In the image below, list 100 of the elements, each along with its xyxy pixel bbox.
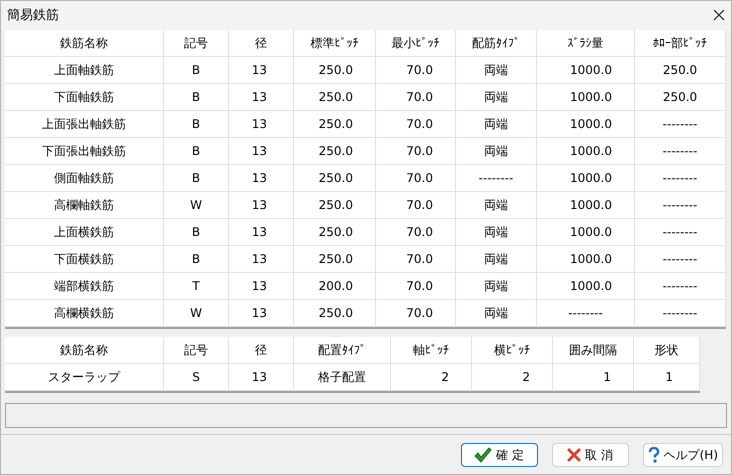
table-cell[interactable]: 端部横鉄筋 xyxy=(5,273,164,300)
table-cell[interactable]: 13 xyxy=(229,364,294,391)
table-cell[interactable]: 250.0 xyxy=(294,192,376,219)
table-cell[interactable]: 70.0 xyxy=(376,219,456,246)
table-cell[interactable]: 13 xyxy=(229,219,294,246)
table-cell[interactable]: 1 xyxy=(553,364,634,391)
column-header: 形状 xyxy=(634,337,700,364)
table-cell[interactable]: 1000.0 xyxy=(537,246,635,273)
table-cell[interactable]: 70.0 xyxy=(376,273,456,300)
table-cell[interactable]: 両端 xyxy=(456,300,537,327)
table-cell[interactable]: 両端 xyxy=(456,273,537,300)
table-cell[interactable]: 下面横鉄筋 xyxy=(5,246,164,273)
table-cell[interactable]: 13 xyxy=(229,165,294,192)
table-cell[interactable]: 70.0 xyxy=(376,84,456,111)
table-cell[interactable]: 250.0 xyxy=(294,165,376,192)
table-cell[interactable]: 13 xyxy=(229,246,294,273)
table-cell[interactable]: W xyxy=(164,192,229,219)
table-cell[interactable]: -------- xyxy=(635,273,726,300)
column-header: 鉄筋名称 xyxy=(5,337,164,364)
table-cell[interactable]: B xyxy=(164,246,229,273)
table-cell[interactable]: 上面張出軸鉄筋 xyxy=(5,111,164,138)
table-cell[interactable]: 両端 xyxy=(456,219,537,246)
table-cell[interactable]: 250.0 xyxy=(294,246,376,273)
table-cell[interactable]: 70.0 xyxy=(376,192,456,219)
table-cell[interactable]: 13 xyxy=(229,300,294,327)
table-cell[interactable]: 1000.0 xyxy=(537,111,635,138)
table-cell[interactable]: 70.0 xyxy=(376,165,456,192)
table-cell[interactable]: W xyxy=(164,300,229,327)
table-cell[interactable]: -------- xyxy=(635,111,726,138)
table-cell[interactable]: -------- xyxy=(456,165,537,192)
table-cell[interactable]: B xyxy=(164,57,229,84)
table-cell[interactable]: 70.0 xyxy=(376,300,456,327)
table-cell[interactable]: -------- xyxy=(537,300,635,327)
table-cell[interactable]: B xyxy=(164,84,229,111)
help-button[interactable]: ヘルプ(H) xyxy=(642,443,723,467)
table-cell[interactable]: 200.0 xyxy=(294,273,376,300)
table-cell[interactable]: 下面張出軸鉄筋 xyxy=(5,138,164,165)
table-cell[interactable]: 13 xyxy=(229,192,294,219)
table-cell[interactable]: 250.0 xyxy=(294,138,376,165)
column-header: ｽﾞﾗｼ量 xyxy=(537,30,635,57)
table-cell[interactable]: 250.0 xyxy=(635,84,726,111)
table-cell[interactable]: 両端 xyxy=(456,192,537,219)
table-cell[interactable]: B xyxy=(164,111,229,138)
table-cell[interactable]: -------- xyxy=(635,192,726,219)
table-cell[interactable]: 上面軸鉄筋 xyxy=(5,57,164,84)
table-cell[interactable]: 1000.0 xyxy=(537,273,635,300)
table-cell[interactable]: 70.0 xyxy=(376,138,456,165)
column-header: 配置ﾀｲﾌﾟ xyxy=(294,337,391,364)
table-cell[interactable]: 高欄横鉄筋 xyxy=(5,300,164,327)
column-header: 最小ﾋﾟｯﾁ xyxy=(376,30,456,57)
table-cell[interactable]: 250.0 xyxy=(294,300,376,327)
table-cell[interactable]: 両端 xyxy=(456,246,537,273)
table-cell[interactable]: 70.0 xyxy=(376,111,456,138)
table-cell[interactable]: 1000.0 xyxy=(537,138,635,165)
table-cell[interactable]: 格子配置 xyxy=(294,364,391,391)
table-cell[interactable]: 1000.0 xyxy=(537,57,635,84)
table-cell[interactable]: 1000.0 xyxy=(537,192,635,219)
window-title: 簡易鉄筋 xyxy=(7,7,59,24)
table-cell[interactable]: -------- xyxy=(635,219,726,246)
table-cell[interactable]: -------- xyxy=(635,246,726,273)
table-cell[interactable]: B xyxy=(164,165,229,192)
table-cell[interactable]: 両端 xyxy=(456,57,537,84)
table-cell[interactable]: 70.0 xyxy=(376,246,456,273)
table-cell[interactable]: -------- xyxy=(635,138,726,165)
table-cell[interactable]: 下面軸鉄筋 xyxy=(5,84,164,111)
table-cell[interactable]: 250.0 xyxy=(294,84,376,111)
column-header: 鉄筋名称 xyxy=(5,30,164,57)
column-header: 径 xyxy=(229,337,294,364)
table-cell[interactable]: 両端 xyxy=(456,84,537,111)
table-cell[interactable]: 1000.0 xyxy=(537,219,635,246)
ok-button[interactable]: 確 定 xyxy=(460,443,538,467)
table-cell[interactable]: 13 xyxy=(229,273,294,300)
table-cell[interactable]: T xyxy=(164,273,229,300)
table-cell[interactable]: 70.0 xyxy=(376,57,456,84)
table-cell[interactable]: 高欄軸鉄筋 xyxy=(5,192,164,219)
table-cell[interactable]: 2 xyxy=(391,364,472,391)
table-cell[interactable]: 250.0 xyxy=(294,111,376,138)
column-header: 径 xyxy=(229,30,294,57)
table-cell[interactable]: 2 xyxy=(472,364,553,391)
table-cell[interactable]: 250.0 xyxy=(635,57,726,84)
table-cell[interactable]: 13 xyxy=(229,57,294,84)
table-cell[interactable]: B xyxy=(164,138,229,165)
table-cell[interactable]: 13 xyxy=(229,138,294,165)
table-cell[interactable]: スターラップ xyxy=(5,364,164,391)
table-cell[interactable]: 1000.0 xyxy=(537,84,635,111)
table-cell[interactable]: B xyxy=(164,219,229,246)
table-cell[interactable]: 側面軸鉄筋 xyxy=(5,165,164,192)
table-cell[interactable]: 250.0 xyxy=(294,219,376,246)
cancel-button[interactable]: 取 消 xyxy=(552,443,629,467)
table-cell[interactable]: 両端 xyxy=(456,111,537,138)
table-cell[interactable]: 250.0 xyxy=(294,57,376,84)
table-cell[interactable]: 両端 xyxy=(456,138,537,165)
table-cell[interactable]: 13 xyxy=(229,84,294,111)
table-cell[interactable]: 13 xyxy=(229,111,294,138)
table-cell[interactable]: 上面横鉄筋 xyxy=(5,219,164,246)
table-cell[interactable]: 1 xyxy=(634,364,700,391)
table-cell[interactable]: -------- xyxy=(635,300,726,327)
table-cell[interactable]: S xyxy=(164,364,229,391)
table-cell[interactable]: 1000.0 xyxy=(537,165,635,192)
table-cell[interactable]: -------- xyxy=(635,165,726,192)
